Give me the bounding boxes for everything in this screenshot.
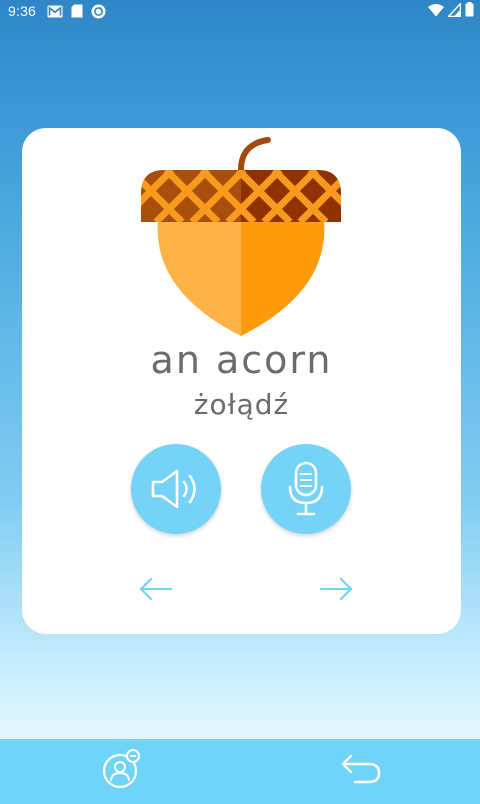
profile-icon — [102, 749, 140, 789]
status-right-group — [428, 2, 474, 17]
status-time: 9:36 — [8, 3, 37, 19]
sync-icon — [91, 4, 106, 18]
arrow-left-icon — [139, 577, 173, 601]
speaker-icon — [151, 469, 196, 509]
bottom-bar — [0, 739, 480, 804]
play-audio-button[interactable] — [131, 444, 221, 534]
battery-icon — [465, 2, 474, 17]
wifi-icon — [428, 3, 444, 16]
status-bar: 9:36 — [0, 0, 480, 22]
word-english: an acorn — [150, 338, 333, 382]
acorn-illustration — [141, 137, 341, 336]
return-icon — [341, 754, 381, 784]
profile-button[interactable] — [100, 747, 144, 791]
return-button[interactable] — [338, 750, 384, 786]
next-button[interactable] — [316, 574, 356, 604]
gmail-icon — [47, 5, 63, 17]
microphone-icon — [288, 461, 324, 516]
previous-button[interactable] — [136, 574, 176, 604]
record-button[interactable] — [261, 444, 351, 534]
status-left-group: 9:36 — [8, 3, 106, 19]
sd-card-icon — [71, 4, 83, 18]
word-translation: żołądź — [193, 388, 290, 421]
arrow-right-icon — [319, 577, 353, 601]
signal-icon — [448, 2, 461, 17]
